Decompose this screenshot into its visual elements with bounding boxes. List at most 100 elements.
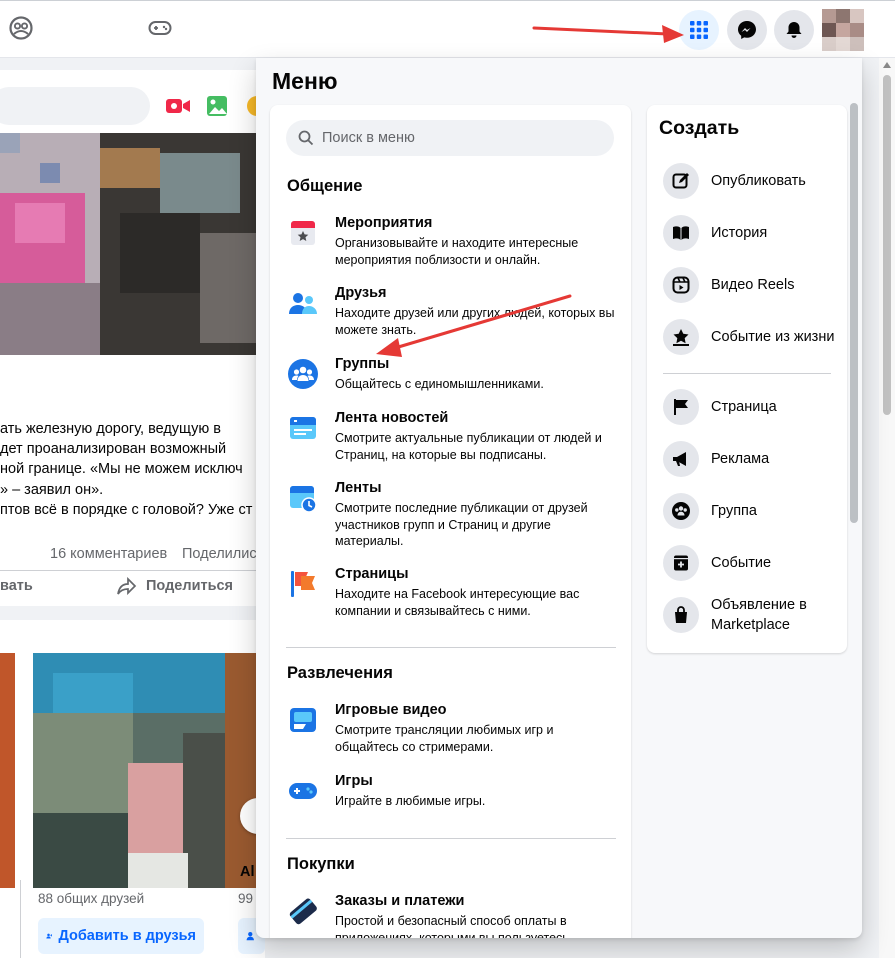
section-title-shopping: Покупки bbox=[287, 855, 355, 873]
menu-item-gaming-video[interactable]: Игровые видео Смотрите трансляции любимы… bbox=[287, 702, 617, 754]
menu-item-events[interactable]: Мероприятия Организовывайте и находите и… bbox=[287, 215, 617, 267]
post-text-line: » – заявил он». bbox=[0, 482, 104, 498]
page-scroll-thumb[interactable] bbox=[883, 75, 891, 415]
pages-flag-icon bbox=[291, 571, 315, 597]
menu-item-title: Игры bbox=[335, 773, 373, 789]
create-group-button[interactable]: Группа bbox=[663, 493, 843, 529]
events-calendar-icon bbox=[291, 221, 315, 245]
shares-count[interactable]: Поделилис bbox=[182, 546, 257, 562]
groups-icon bbox=[288, 359, 318, 389]
news-feed-icon bbox=[290, 417, 316, 439]
photo-video-icon[interactable] bbox=[205, 94, 231, 118]
feed-post-card: ать железную дорогу, ведущую в дет проан… bbox=[0, 70, 265, 606]
card-separator bbox=[20, 880, 21, 958]
notifications-button[interactable] bbox=[774, 10, 814, 50]
create-item-label: История bbox=[711, 225, 768, 241]
person-photo[interactable] bbox=[0, 653, 15, 888]
gaming-icon[interactable] bbox=[147, 15, 173, 41]
create-column: Создать Опубликовать История Видео Reels… bbox=[647, 105, 847, 653]
menu-item-title: Друзья bbox=[335, 285, 387, 301]
divider bbox=[0, 570, 260, 571]
menu-item-title: Мероприятия bbox=[335, 215, 433, 231]
create-item-label: Страница bbox=[711, 399, 777, 415]
create-item-label: Группа bbox=[711, 503, 757, 519]
create-life-event-button[interactable]: Событие из жизни bbox=[663, 319, 843, 355]
section-divider bbox=[286, 838, 616, 839]
menu-item-feeds[interactable]: Ленты Смотрите последние публикации от д… bbox=[287, 480, 617, 548]
create-post-button[interactable]: Опубликовать bbox=[663, 163, 843, 199]
post-text-line: птов всё в порядке с головой? Уже ст bbox=[0, 502, 253, 518]
menu-item-title: Ленты bbox=[335, 480, 382, 496]
create-event-button[interactable]: Событие bbox=[663, 545, 843, 581]
create-story-button[interactable]: История bbox=[663, 215, 843, 251]
menu-item-desc: Смотрите последние публикации от друзей … bbox=[335, 501, 588, 548]
menu-item-desc: Находите на Facebook интересующие вас ко… bbox=[335, 587, 580, 618]
add-friend-label: Добавить в друзья bbox=[58, 928, 196, 944]
create-item-label: Видео Reels bbox=[711, 277, 795, 293]
menu-search-input[interactable] bbox=[322, 130, 602, 146]
post-image[interactable] bbox=[0, 133, 260, 355]
apps-grid-icon bbox=[690, 21, 708, 39]
menu-item-desc: Общайтесь с единомышленниками. bbox=[335, 377, 544, 391]
mutual-friends: 88 общих друзей bbox=[38, 891, 145, 906]
menu-item-desc: Смотрите трансляции любимых игр и общайт… bbox=[335, 723, 554, 754]
section-title-entertainment: Развлечения bbox=[287, 664, 393, 682]
live-video-icon[interactable] bbox=[165, 95, 191, 117]
share-button[interactable]: Поделиться bbox=[146, 578, 233, 594]
friends-icon bbox=[289, 293, 317, 314]
create-page-button[interactable]: Страница bbox=[663, 389, 843, 425]
section-title-social: Общение bbox=[287, 177, 363, 195]
post-text-line: ной границе. «Мы не можем исключ bbox=[0, 461, 243, 477]
notifications-bell-icon bbox=[786, 22, 802, 38]
menu-item-pages[interactable]: Страницы Находите на Facebook интересующ… bbox=[287, 566, 617, 618]
create-item-label: Событие bbox=[711, 555, 772, 571]
create-reels-button[interactable]: Видео Reels bbox=[663, 267, 843, 303]
menu-item-title: Группы bbox=[335, 356, 390, 372]
post-text-line: ать железную дорогу, ведущую в bbox=[0, 421, 222, 437]
menu-item-desc: Смотрите актуальные публикации от людей … bbox=[335, 431, 602, 462]
menu-item-title: Игровые видео bbox=[335, 702, 447, 718]
menu-left-column: Общение Мероприятия Организовывайте и на… bbox=[270, 105, 631, 938]
menu-item-orders-payments[interactable]: Заказы и платежи Простой и безопасный сп… bbox=[287, 893, 617, 938]
menu-item-groups[interactable]: Группы Общайтесь с единомышленниками. bbox=[287, 356, 617, 392]
menu-title: Меню bbox=[272, 68, 338, 94]
person-photo[interactable] bbox=[33, 653, 243, 888]
person-name[interactable]: Al bbox=[240, 864, 255, 880]
event-plus-icon bbox=[663, 545, 699, 581]
section-divider bbox=[286, 647, 616, 648]
apps-menu-button[interactable] bbox=[679, 10, 719, 50]
scroll-up-arrow-icon[interactable] bbox=[883, 62, 891, 68]
create-marketplace-listing-button[interactable]: Объявление в Marketplace bbox=[663, 597, 843, 633]
menu-item-friends[interactable]: Друзья Находите друзей или других людей,… bbox=[287, 285, 617, 337]
add-friend-button[interactable]: Добавить в друзья bbox=[38, 918, 204, 954]
comments-count[interactable]: 16 комментариев bbox=[50, 546, 167, 562]
menu-item-desc: Организовывайте и находите интересные ме… bbox=[335, 236, 579, 267]
menu-item-title: Лента новостей bbox=[335, 410, 449, 426]
share-icon[interactable] bbox=[117, 577, 137, 595]
people-you-may-know-card: Al 88 общих друзей 99 bbox=[0, 620, 276, 958]
feeds-clock-icon bbox=[290, 486, 317, 513]
menu-item-title: Страницы bbox=[335, 566, 409, 582]
create-item-label: Событие из жизни bbox=[711, 329, 835, 345]
create-ad-button[interactable]: Реклама bbox=[663, 441, 843, 477]
messenger-icon bbox=[738, 21, 756, 39]
add-friend-icon bbox=[46, 933, 53, 939]
marketplace-bag-icon bbox=[663, 597, 699, 633]
games-controller-icon bbox=[289, 783, 317, 799]
profile-avatar[interactable] bbox=[822, 9, 864, 51]
menu-item-desc: Находите друзей или других людей, которы… bbox=[335, 306, 615, 337]
post-text-line: дет проанализирован возможный bbox=[0, 441, 227, 457]
create-item-label: Опубликовать bbox=[711, 173, 806, 189]
menu-scroll-thumb[interactable] bbox=[850, 103, 858, 523]
menu-item-news-feed[interactable]: Лента новостей Смотрите актуальные публи… bbox=[287, 410, 617, 462]
groups-icon[interactable] bbox=[8, 15, 34, 41]
like-button[interactable]: вать bbox=[0, 578, 33, 594]
composer-input[interactable] bbox=[0, 87, 150, 125]
messenger-button[interactable] bbox=[727, 10, 767, 50]
page-flag-icon bbox=[663, 389, 699, 425]
menu-item-desc: Простой и безопасный способ оплаты в при… bbox=[335, 914, 573, 938]
menu-search[interactable] bbox=[286, 120, 614, 156]
menu-item-games[interactable]: Игры Играйте в любимые игры. bbox=[287, 773, 617, 809]
top-navigation-bar bbox=[0, 0, 895, 58]
reels-icon bbox=[663, 267, 699, 303]
